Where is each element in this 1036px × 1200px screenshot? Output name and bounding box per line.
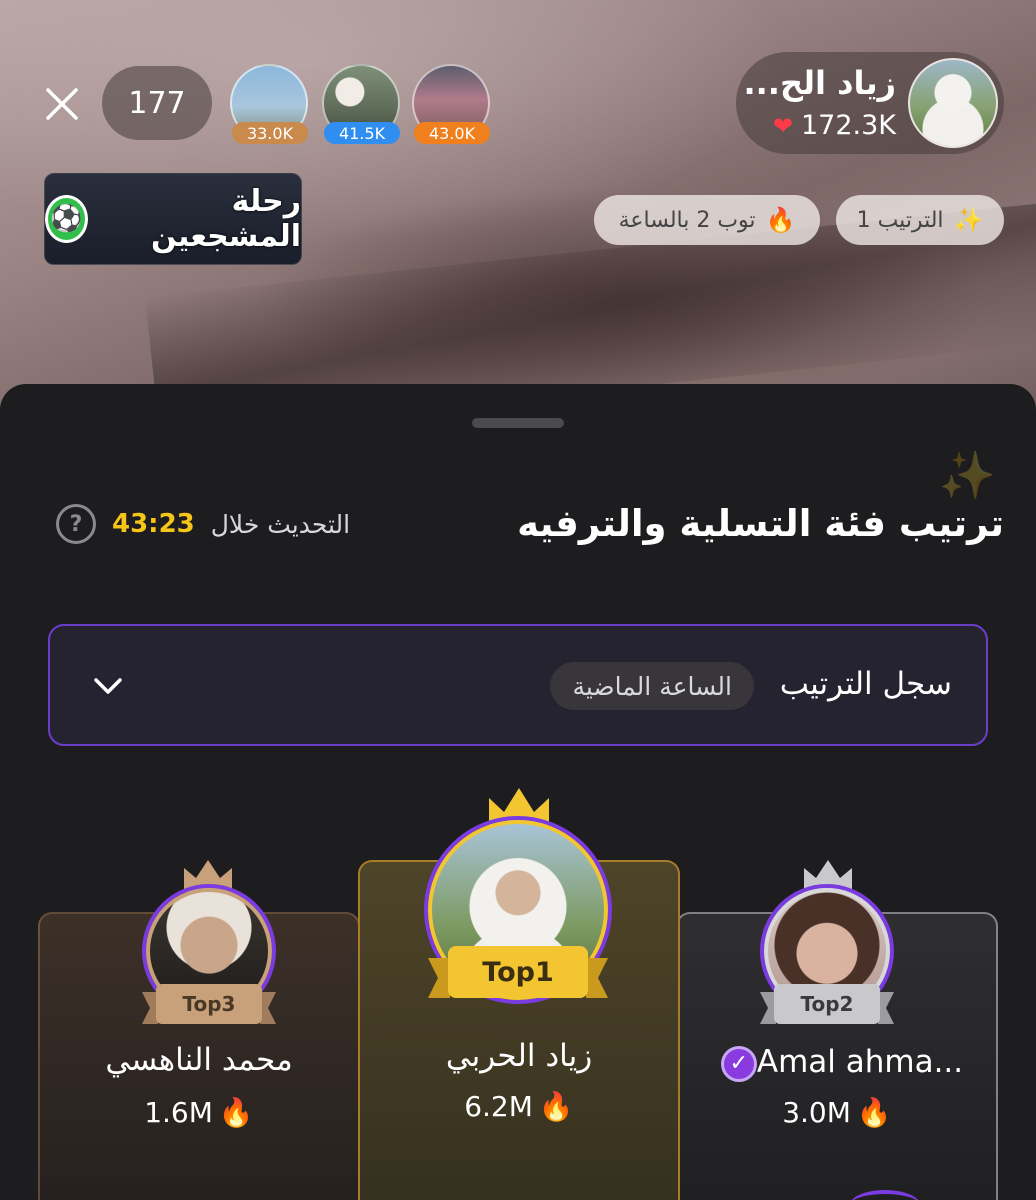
rank-badge-top2: Top2 bbox=[800, 992, 854, 1016]
rank-chip-label: الترتيب 1 bbox=[856, 207, 944, 233]
hourly-rank-chip-label: توب 2 بالساعة bbox=[618, 207, 756, 233]
entry-score-value: 3.0M bbox=[782, 1096, 851, 1129]
entry-name-top2-text: Amal ahma... bbox=[756, 1044, 964, 1080]
top-viewer-avatar[interactable]: 43.0K bbox=[412, 64, 492, 144]
sheet-title: ترتيب فئة التسلية والترفيه bbox=[517, 502, 1004, 545]
top-viewer-score: 43.0K bbox=[414, 122, 490, 144]
top-viewer-avatar[interactable]: 33.0K bbox=[230, 64, 310, 144]
entry-name-top3: محمد الناهسي bbox=[105, 1042, 293, 1078]
entry-score-top2: 3.0M 🔥 bbox=[676, 1096, 998, 1129]
brand-logo[interactable]: ⚽ رحلة المشجعين bbox=[44, 173, 302, 265]
host-likes-value: 172.3K bbox=[800, 110, 896, 141]
host-name: زياد الح... bbox=[743, 64, 896, 102]
viewer-count[interactable]: 177 bbox=[102, 66, 212, 140]
entry-name-top2: ✓ Amal ahma... bbox=[676, 1044, 998, 1082]
drag-handle[interactable] bbox=[472, 418, 564, 428]
rank-chip[interactable]: ✨ الترتيب 1 bbox=[836, 195, 1004, 245]
avatar bbox=[908, 58, 998, 148]
refresh-timer: 43:23 bbox=[112, 509, 195, 539]
party-popper-icon: ✨ bbox=[938, 448, 996, 502]
top-viewer-score: 33.0K bbox=[232, 122, 308, 144]
fire-icon: 🔥 bbox=[856, 1096, 892, 1129]
heart-icon: ❤ bbox=[772, 111, 793, 140]
host-profile-pill[interactable]: زياد الح... ❤ 172.3K bbox=[736, 52, 1004, 154]
chevron-down-icon bbox=[94, 678, 122, 694]
entry-score-value: 1.6M bbox=[144, 1096, 213, 1129]
entry-score-top3: 1.6M 🔥 bbox=[38, 1096, 360, 1129]
fire-icon: 🔥 bbox=[538, 1090, 574, 1123]
fire-icon: 🔥 bbox=[765, 206, 796, 234]
verified-icon: ✓ bbox=[720, 1045, 757, 1082]
refresh-label: التحديث خلال bbox=[210, 509, 351, 539]
top-viewer-score: 41.5K bbox=[324, 122, 400, 144]
refresh-countdown: ? 43:23 التحديث خلال bbox=[56, 504, 350, 544]
brand-logo-text: رحلة المشجعين bbox=[151, 184, 301, 254]
entry-score-value: 6.2M bbox=[464, 1090, 533, 1123]
ranking-sheet: ✨ ترتيب فئة التسلية والترفيه ? 43:23 الت… bbox=[0, 384, 1036, 1200]
rank-badge-top3: Top3 bbox=[182, 992, 236, 1016]
help-icon[interactable]: ? bbox=[56, 504, 96, 544]
football-icon: ⚽ bbox=[45, 195, 89, 243]
history-label: سجل الترتيب bbox=[779, 666, 952, 702]
hourly-rank-chip[interactable]: 🔥 توب 2 بالساعة bbox=[594, 195, 820, 245]
entry-score-top1: 6.2M 🔥 bbox=[358, 1090, 680, 1123]
viewer-count-value: 177 bbox=[128, 85, 186, 121]
rank-badge-top1: Top1 bbox=[482, 956, 554, 988]
history-period-tag: الساعة الماضية bbox=[550, 662, 754, 710]
close-button[interactable] bbox=[40, 82, 84, 126]
close-icon bbox=[46, 88, 78, 120]
host-likes: ❤ 172.3K bbox=[773, 110, 896, 141]
entry-name-top1: زياد الحربي bbox=[445, 1038, 593, 1074]
top-viewer-avatar[interactable]: 41.5K bbox=[322, 64, 402, 144]
ranking-history-dropdown[interactable]: سجل الترتيب الساعة الماضية bbox=[48, 624, 988, 746]
party-popper-icon: ✨ bbox=[953, 206, 984, 234]
fire-icon: 🔥 bbox=[218, 1096, 254, 1129]
